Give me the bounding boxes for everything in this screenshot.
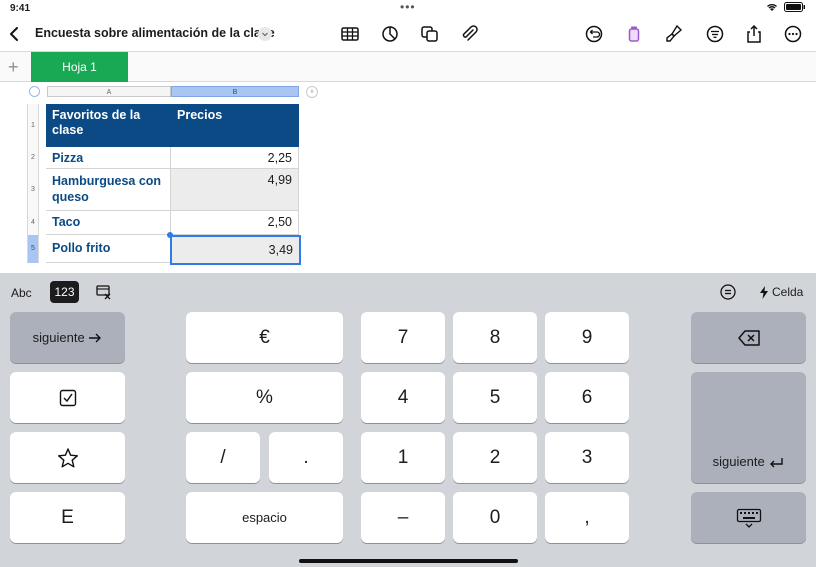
battery-icon: [784, 2, 805, 12]
cell-a2[interactable]: Pizza: [46, 147, 171, 169]
attachment-icon[interactable]: [459, 24, 479, 44]
status-bar: 9:41 •••: [0, 0, 816, 16]
minus-key[interactable]: –: [361, 492, 445, 543]
tab-hoja-1[interactable]: Hoja 1: [31, 52, 128, 82]
home-indicator[interactable]: [299, 559, 518, 563]
checkbox-key[interactable]: [10, 372, 125, 423]
shapes-icon[interactable]: [420, 24, 440, 44]
digit-0-key[interactable]: 0: [453, 492, 537, 543]
euro-key[interactable]: €: [186, 312, 343, 363]
hide-keyboard-key[interactable]: [691, 492, 806, 543]
numeric-keyboard: Abc 123 Celda siguiente E € % / . espaci…: [0, 273, 816, 567]
next-label: siguiente: [32, 330, 85, 345]
digit-9-key[interactable]: 9: [545, 312, 629, 363]
keyboard-shortcut-bar: Abc 123 Celda: [0, 273, 816, 311]
star-rating-key[interactable]: [10, 432, 125, 483]
paintbrush-icon[interactable]: [664, 24, 684, 44]
backspace-key[interactable]: [691, 312, 806, 363]
digit-4-key[interactable]: 4: [361, 372, 445, 423]
keyboard-mode-abc[interactable]: Abc: [11, 286, 32, 300]
status-time: 9:41: [10, 3, 31, 14]
row-number-4[interactable]: 4: [27, 211, 39, 235]
add-column-handle[interactable]: ıı: [306, 86, 318, 98]
row-number-3[interactable]: 3: [27, 169, 39, 211]
title-menu-chevron-icon[interactable]: [258, 27, 272, 41]
cell-actions-label: Celda: [772, 285, 804, 299]
keyboard-mode-123[interactable]: 123: [50, 281, 79, 303]
multitasking-dots[interactable]: •••: [400, 0, 416, 14]
delete-backward-icon: [737, 329, 760, 346]
cell-b5-selected[interactable]: 3,49: [170, 235, 301, 265]
return-icon: [770, 458, 784, 468]
keyboard-dismiss-icon: [736, 508, 761, 528]
percent-key[interactable]: %: [186, 372, 343, 423]
exponent-e-key[interactable]: E: [10, 492, 125, 543]
digit-3-key[interactable]: 3: [545, 432, 629, 483]
header-cell-favoritos[interactable]: Favoritos de la clase: [46, 104, 171, 147]
toolbar: Encuesta sobre alimentación de la clase: [0, 16, 816, 52]
share-icon[interactable]: [744, 24, 764, 44]
digit-5-key[interactable]: 5: [453, 372, 537, 423]
date-time-keyboard-icon[interactable]: [95, 283, 113, 301]
arrow-right-icon: [89, 333, 102, 342]
star-icon: [57, 447, 78, 467]
header-cell-precios[interactable]: Precios: [171, 104, 299, 147]
decimal-dot-key[interactable]: .: [269, 432, 343, 483]
status-icons: [766, 2, 806, 12]
row-number-2[interactable]: 2: [27, 147, 39, 169]
checkbox-icon: [59, 389, 76, 406]
cell-actions-button[interactable]: Celda: [759, 285, 803, 299]
cell-b3[interactable]: 4,99: [171, 169, 299, 211]
cell-a3[interactable]: Hamburguesa con queso: [46, 169, 171, 211]
digit-6-key[interactable]: 6: [545, 372, 629, 423]
more-icon[interactable]: [783, 24, 803, 44]
row-number-5[interactable]: 5: [27, 235, 39, 263]
formula-icon[interactable]: [720, 284, 736, 300]
sheet-tabs-bar: + Hoja 1: [0, 52, 816, 82]
undo-icon[interactable]: [584, 24, 604, 44]
cell-b2[interactable]: 2,25: [171, 147, 299, 169]
cell-a4[interactable]: Taco: [46, 211, 171, 235]
lightning-icon: [760, 285, 768, 299]
next-return-label: siguiente: [712, 454, 765, 469]
row-number-1[interactable]: 1: [27, 104, 39, 147]
next-return-key[interactable]: siguiente: [691, 372, 806, 483]
back-chevron-icon[interactable]: [6, 24, 24, 44]
wifi-icon: [767, 4, 777, 11]
cell-b4[interactable]: 2,50: [171, 211, 299, 235]
digit-8-key[interactable]: 8: [453, 312, 537, 363]
space-key[interactable]: espacio: [186, 492, 343, 543]
table-icon[interactable]: [340, 24, 360, 44]
document-title[interactable]: Encuesta sobre alimentación de la clase: [35, 26, 275, 40]
digit-7-key[interactable]: 7: [361, 312, 445, 363]
digit-2-key[interactable]: 2: [453, 432, 537, 483]
column-header-a[interactable]: A: [47, 86, 171, 97]
column-header-b[interactable]: B: [171, 86, 299, 97]
cell-a5[interactable]: Pollo frito: [46, 235, 171, 263]
comma-key[interactable]: ,: [545, 492, 629, 543]
add-sheet-button[interactable]: +: [8, 58, 19, 76]
digit-1-key[interactable]: 1: [361, 432, 445, 483]
table-select-handle[interactable]: [29, 86, 40, 97]
chart-icon[interactable]: [380, 24, 400, 44]
selection-handle-top[interactable]: [167, 232, 173, 238]
next-button[interactable]: siguiente: [10, 312, 125, 363]
filter-icon[interactable]: [705, 24, 725, 44]
spreadsheet-canvas[interactable]: A B ıı 1 2 3 4 5 Favoritos de la clase P…: [0, 82, 816, 273]
format-brush-icon[interactable]: [624, 24, 644, 44]
slash-key[interactable]: /: [186, 432, 260, 483]
